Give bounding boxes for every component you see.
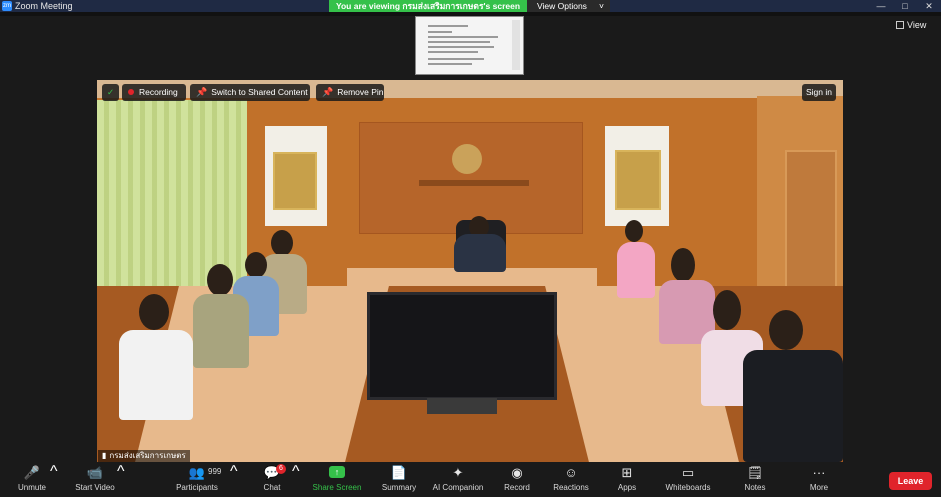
reactions-button[interactable]: ☺ Reactions	[550, 463, 592, 497]
remove-pin-button[interactable]: 📌 Remove Pin	[316, 84, 384, 101]
leave-button[interactable]: Leave	[889, 472, 932, 490]
person-left-white-shirt	[117, 294, 197, 424]
person-chair	[452, 216, 512, 276]
window-title: Zoom Meeting	[15, 1, 73, 11]
chat-label: Chat	[263, 483, 281, 492]
thumb-scrollbar	[512, 20, 520, 70]
thumb-line	[428, 41, 490, 43]
thumb-line	[428, 51, 478, 53]
emblem-image	[452, 144, 482, 174]
remove-pin-label: Remove Pin	[337, 87, 384, 97]
apps-icon: ⊞	[621, 465, 633, 480]
summary-button[interactable]: 📄 Summary	[378, 463, 420, 497]
notes-button[interactable]: 🗒 Notes	[740, 463, 770, 497]
recording-dot-icon	[128, 89, 134, 95]
meeting-toolbar: 🎤 Unmute ^ 📹 Start Video ^ 👥 Participant…	[0, 463, 941, 497]
maximize-button[interactable]: □	[897, 0, 913, 12]
wall-sign-image	[419, 180, 529, 186]
chevron-down-icon: ˅	[599, 1, 604, 11]
chat-unread-badge: 6	[276, 464, 286, 474]
thumb-line	[428, 46, 494, 48]
microphone-muted-icon: 🎤	[23, 465, 41, 480]
screen-share-banner: You are viewing กรมส่งเสริมการเกษตร's sc…	[329, 0, 527, 12]
minimize-button[interactable]: —	[873, 0, 889, 12]
shared-screen-thumbnail[interactable]	[415, 16, 524, 75]
view-options-button[interactable]: View Options ˅	[527, 0, 610, 12]
share-screen-button[interactable]: ↑ Share Screen	[310, 463, 364, 497]
start-video-label: Start Video	[75, 483, 115, 492]
share-screen-icon: ↑	[310, 463, 364, 483]
notes-label: Notes	[744, 483, 766, 492]
view-label: View	[907, 20, 927, 30]
apps-label: Apps	[617, 483, 637, 492]
thumb-line	[428, 58, 484, 60]
ai-companion-icon: ✦	[452, 465, 464, 480]
record-button[interactable]: ◉ Record	[500, 463, 534, 497]
monitor-stand-image	[427, 398, 497, 414]
participant-count: 999	[208, 467, 222, 476]
video-feed	[97, 80, 843, 462]
participants-label: Participants	[176, 483, 218, 492]
thumb-line	[428, 63, 472, 65]
close-window-button[interactable]: ✕	[921, 0, 937, 12]
more-icon: ···	[812, 465, 826, 480]
start-video-button[interactable]: 📹 Start Video	[70, 463, 120, 497]
grid-view-icon	[896, 21, 904, 29]
summary-label: Summary	[381, 483, 417, 492]
notes-icon: 🗒	[746, 465, 764, 480]
pin-icon: 📌	[196, 87, 208, 97]
view-options-label: View Options	[537, 1, 587, 11]
sign-in-button[interactable]: Sign in	[802, 84, 836, 101]
switch-label: Switch to Shared Content	[211, 87, 308, 97]
security-shield-icon[interactable]: ✓	[102, 84, 119, 101]
participant-name: กรมส่งเสริมการเกษตร	[109, 451, 186, 460]
recording-indicator[interactable]: Recording	[122, 84, 186, 101]
apps-button[interactable]: ⊞ Apps	[612, 463, 642, 497]
ai-companion-label: AI Companion	[432, 483, 484, 492]
right-portrait-image	[615, 150, 661, 210]
unmute-button[interactable]: 🎤 Unmute	[10, 463, 54, 497]
thumb-line	[428, 31, 452, 33]
more-button[interactable]: ··· More	[804, 463, 834, 497]
chat-options-caret[interactable]: ^	[292, 463, 300, 497]
recording-label: Recording	[139, 87, 178, 97]
switch-to-shared-content-button[interactable]: 📌 Switch to Shared Content	[190, 84, 310, 101]
unmute-label: Unmute	[17, 483, 46, 492]
tv-monitor-image	[367, 292, 557, 400]
audio-options-caret[interactable]: ^	[50, 463, 58, 497]
whiteboards-button[interactable]: ▭ Whiteboards	[662, 463, 714, 497]
record-icon: ◉	[511, 465, 523, 480]
pin-icon: 📌	[322, 87, 334, 97]
whiteboards-icon: ▭	[681, 465, 695, 480]
participant-name-label: ▮ กรมส่งเสริมการเกษตร	[98, 450, 190, 462]
zoom-logo-icon: zm	[2, 1, 12, 11]
reactions-icon: ☺	[564, 465, 578, 480]
person-left-khaki	[193, 264, 253, 374]
participants-options-caret[interactable]: ^	[230, 463, 238, 497]
video-off-icon: 📹	[86, 465, 104, 480]
person-right-man	[737, 310, 843, 462]
thumb-line	[428, 36, 498, 38]
left-portrait-image	[273, 152, 317, 210]
thumb-line	[428, 25, 468, 27]
record-label: Record	[504, 483, 530, 492]
reactions-label: Reactions	[553, 483, 589, 492]
signal-strength-icon: ▮	[102, 451, 107, 460]
person-pink-shirt	[617, 220, 657, 310]
share-screen-label: Share Screen	[312, 483, 362, 492]
summary-icon: 📄	[390, 465, 408, 480]
whiteboards-label: Whiteboards	[665, 483, 711, 492]
ai-companion-button[interactable]: ✦ AI Companion	[428, 463, 488, 497]
video-options-caret[interactable]: ^	[117, 463, 125, 497]
more-label: More	[809, 483, 829, 492]
view-button[interactable]: View	[896, 20, 926, 30]
